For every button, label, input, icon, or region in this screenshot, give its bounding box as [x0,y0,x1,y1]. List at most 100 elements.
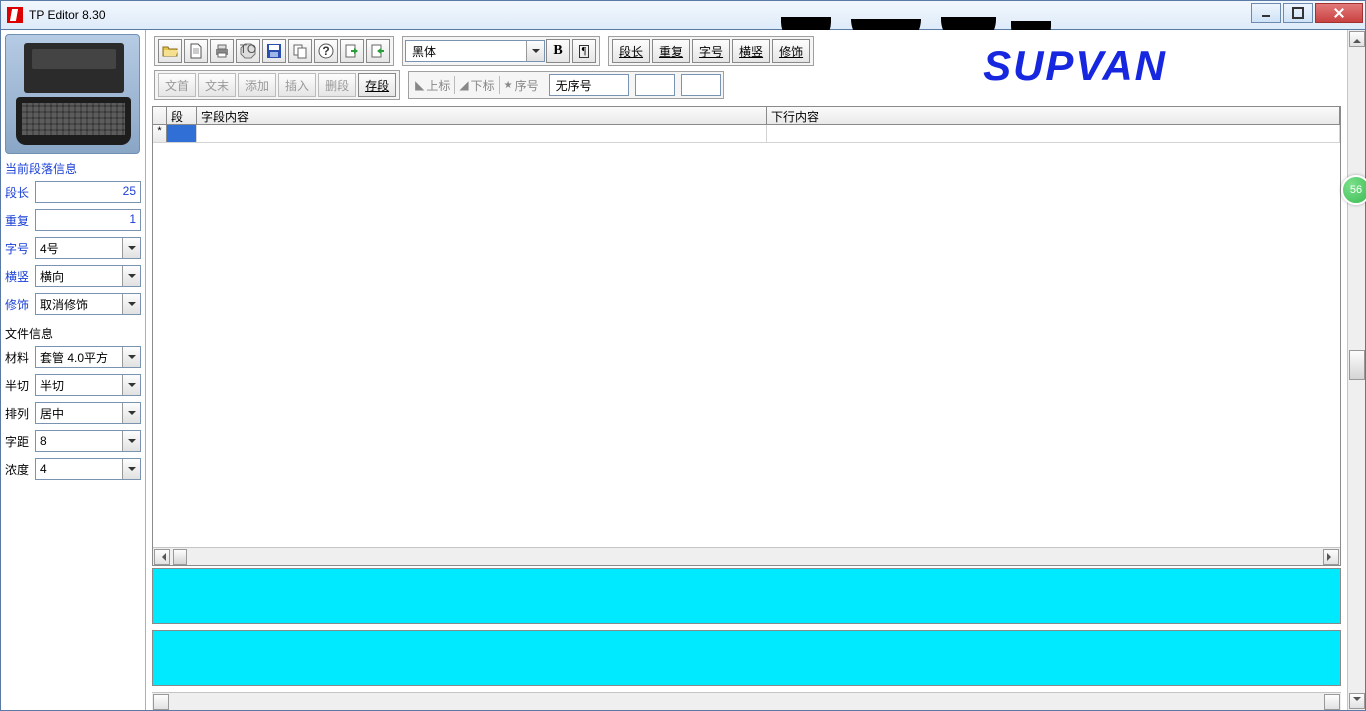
chevron-down-icon [122,266,140,286]
nav-toolbar: 文首 文末 添加 插入 删段 存段 [154,70,400,100]
window-controls [1249,3,1363,23]
grid-horizontal-scrollbar[interactable] [153,547,1340,565]
title-bar: TP Editor 8.30 [0,0,1366,30]
scroll-right-icon[interactable] [1324,694,1340,710]
floppy-icon [266,43,282,59]
properties-panel: 当前段落信息 段长 25 重复 1 字号 4号 横竖 横向 修饰 取消修饰 文件… [1,30,146,710]
col-header-segno[interactable]: 段号 [167,107,197,124]
scroll-thumb[interactable] [1349,350,1365,380]
align-select[interactable]: 居中 [35,402,141,424]
decor-button[interactable]: 修饰 [772,39,810,63]
import-button[interactable] [340,39,364,63]
import-icon [344,43,360,59]
sequence-button[interactable]: 序号 [504,77,539,94]
title-decoration [781,0,1081,31]
toolbar-area: SUPVAN STOP ? 黑体 [146,30,1347,106]
open-button[interactable] [158,39,182,63]
seglen-button[interactable]: 段长 [612,39,650,63]
repeat-button[interactable]: 重复 [652,39,690,63]
orient-button[interactable]: 横竖 [732,39,770,63]
superscript-button[interactable]: ◣上标 [415,77,450,94]
export-button[interactable] [366,39,390,63]
device-preview-image [5,34,140,154]
cut-label: 半切 [5,377,35,394]
bold-button[interactable]: B [546,39,570,63]
fontsize-select[interactable]: 4号 [35,237,141,259]
subscript-button[interactable]: ◢下标 [459,77,494,94]
saveseg-button[interactable]: 存段 [358,73,396,97]
stop-button[interactable]: STOP [236,39,260,63]
sequence-start-input[interactable] [635,74,675,96]
minimize-button[interactable] [1251,3,1281,23]
delseg-button[interactable]: 删段 [318,73,356,97]
material-select[interactable]: 套管 4.0平方 [35,346,141,368]
font-select[interactable]: 黑体 [405,40,545,62]
insert-button[interactable]: 插入 [278,73,316,97]
scroll-left-icon[interactable] [154,549,170,565]
table-row[interactable]: * [153,125,1340,143]
fontsize-button[interactable]: 字号 [692,39,730,63]
chevron-down-icon [526,41,544,61]
cell-content[interactable] [197,125,767,142]
grid-body[interactable]: * [153,125,1340,547]
help-button[interactable]: ? [314,39,338,63]
segment-toolbar: 段长 重复 字号 横竖 修饰 [608,36,814,66]
chevron-down-icon [122,459,140,479]
preview-area [146,568,1347,692]
sequence-end-input[interactable] [681,74,721,96]
preview-strip-2 [152,630,1341,686]
file-toolbar: STOP ? [154,36,394,66]
decor-select[interactable]: 取消修饰 [35,293,141,315]
head-button[interactable]: 文首 [158,73,196,97]
density-select[interactable]: 4 [35,458,141,480]
repeat-label: 重复 [5,212,35,229]
chevron-down-icon [122,238,140,258]
pilcrow-icon: ¶ [579,45,590,58]
fontsize-label: 字号 [5,240,35,257]
script-toolbar: ◣上标 ◢下标 序号 无序号 [408,71,723,99]
brand-logo: SUPVAN [983,42,1167,90]
app-logo-icon [7,7,23,23]
scroll-up-icon[interactable] [1349,31,1365,47]
chevron-down-icon [122,431,140,451]
col-header-nextline[interactable]: 下行内容 [767,107,1340,124]
cell-segno-selected[interactable] [167,125,197,142]
vertical-scrollbar[interactable] [1347,30,1365,710]
notification-badge[interactable]: 56 [1341,175,1366,205]
spacing-select[interactable]: 8 [35,430,141,452]
maximize-button[interactable] [1283,3,1313,23]
stop-icon: STOP [240,43,256,59]
sequence-mode-select[interactable]: 无序号 [549,74,629,96]
chevron-down-icon [122,294,140,314]
pilcrow-button[interactable]: ¶ [572,39,596,63]
chevron-down-icon [122,375,140,395]
col-header-content[interactable]: 字段内容 [197,107,767,124]
copy-button[interactable] [288,39,312,63]
cell-nextline[interactable] [767,125,1340,142]
font-toolbar: 黑体 B ¶ [402,36,600,66]
pencil-down-icon: ◢ [459,78,468,92]
chevron-down-icon [122,347,140,367]
scroll-right-icon[interactable] [1323,549,1339,565]
cut-select[interactable]: 半切 [35,374,141,396]
svg-text:?: ? [322,44,329,58]
save-button[interactable] [262,39,286,63]
add-button[interactable]: 添加 [238,73,276,97]
seglen-input[interactable]: 25 [35,181,141,203]
scroll-left-icon[interactable] [153,694,169,710]
orient-select[interactable]: 横向 [35,265,141,287]
bottom-horizontal-scrollbar[interactable] [152,692,1341,710]
chevron-down-icon [122,403,140,423]
material-label: 材料 [5,349,35,366]
scroll-thumb[interactable] [173,549,187,565]
print-button[interactable] [210,39,234,63]
scroll-down-icon[interactable] [1349,693,1365,709]
seglen-label: 段长 [5,184,35,201]
new-button[interactable] [184,39,208,63]
tail-button[interactable]: 文末 [198,73,236,97]
section-title-paragraph: 当前段落信息 [5,160,141,177]
repeat-input[interactable]: 1 [35,209,141,231]
printer-icon [214,43,230,59]
close-button[interactable] [1315,3,1363,23]
align-label: 排列 [5,405,35,422]
